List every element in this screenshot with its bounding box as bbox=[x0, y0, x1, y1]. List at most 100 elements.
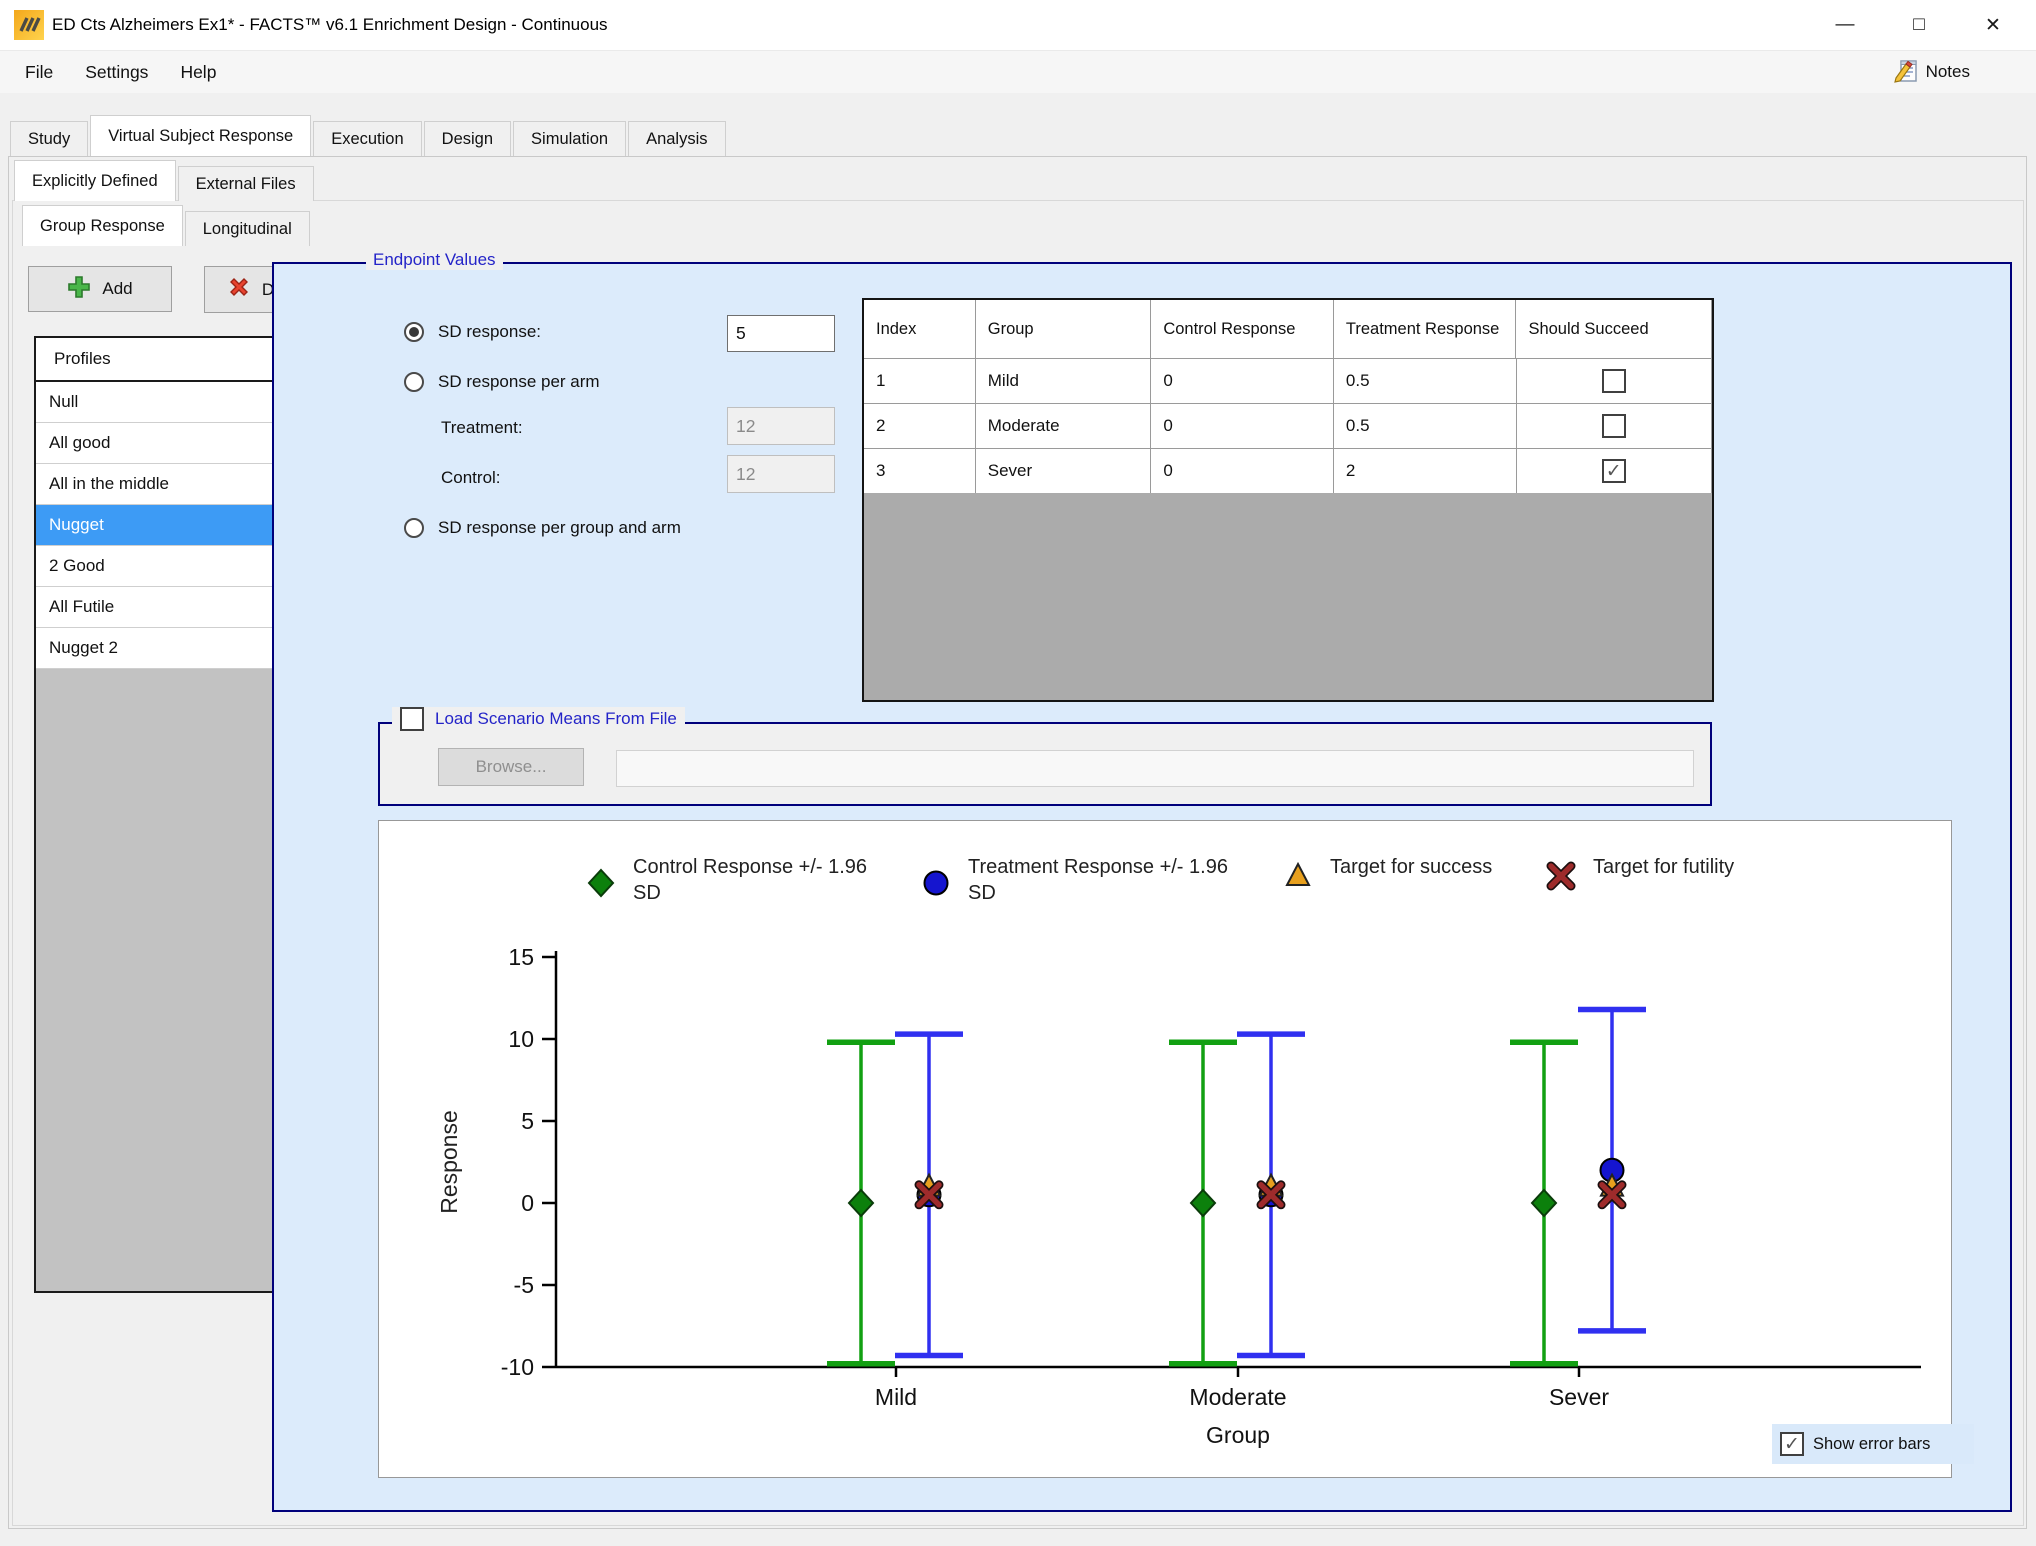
radio-sd-response[interactable]: SD response: bbox=[404, 322, 541, 342]
svg-text:-5: -5 bbox=[514, 1272, 534, 1298]
legend-label-target-for-futility: Target for futility bbox=[1593, 856, 1734, 878]
control-marker-moderate bbox=[1191, 1190, 1215, 1216]
close-button[interactable]: ✕ bbox=[1956, 0, 2030, 50]
treatment-input[interactable] bbox=[727, 407, 835, 445]
tab-study[interactable]: Study bbox=[10, 121, 88, 156]
cell-group: Sever bbox=[976, 449, 1152, 493]
tab-analysis[interactable]: Analysis bbox=[628, 121, 725, 156]
radio-sd-per-group-and-arm-control[interactable] bbox=[404, 518, 424, 538]
cell-should-succeed: ✓ bbox=[1517, 449, 1713, 493]
svg-text:10: 10 bbox=[508, 1026, 534, 1052]
scenario-table: IndexGroupControl ResponseTreatment Resp… bbox=[862, 298, 1714, 702]
menu-help[interactable]: Help bbox=[164, 62, 232, 83]
column-header-group: Group bbox=[976, 300, 1152, 358]
svg-text:Mild: Mild bbox=[875, 1384, 917, 1410]
tab-design[interactable]: Design bbox=[424, 121, 511, 156]
browse-button[interactable]: Browse... bbox=[438, 748, 584, 786]
control-marker-mild bbox=[849, 1190, 873, 1216]
should-succeed-checkbox[interactable] bbox=[1602, 414, 1626, 438]
svg-text:Group: Group bbox=[1206, 1422, 1270, 1448]
window-title: ED Cts Alzheimers Ex1* - FACTS™ v6.1 Enr… bbox=[52, 0, 608, 50]
radio-sd-per-group-and-arm[interactable]: SD response per group and arm bbox=[404, 518, 681, 538]
control-field-wrap bbox=[727, 455, 835, 493]
response-chart-panel: 151050-5-10MildModerateSeverGroupRespons… bbox=[378, 820, 1952, 1478]
svg-text:-10: -10 bbox=[501, 1354, 534, 1380]
notes-label: Notes bbox=[1926, 62, 1970, 82]
tab-external-files[interactable]: External Files bbox=[178, 166, 314, 201]
radio-sd-per-arm-control[interactable] bbox=[404, 372, 424, 392]
control-input[interactable] bbox=[727, 455, 835, 493]
column-header-treatment-response: Treatment Response bbox=[1334, 300, 1517, 358]
menu-file[interactable]: File bbox=[9, 62, 69, 83]
cell-index: 1 bbox=[864, 359, 976, 403]
radio-sd-per-arm[interactable]: SD response per arm bbox=[404, 372, 600, 392]
column-header-should-succeed: Should Succeed bbox=[1516, 300, 1712, 358]
legend-marker-control-response-1-96-sd bbox=[589, 870, 613, 896]
tab-simulation[interactable]: Simulation bbox=[513, 121, 626, 156]
table-row-2[interactable]: 2Moderate00.5 bbox=[864, 403, 1712, 448]
app-icon bbox=[14, 10, 44, 40]
radio-sd-per-arm-label: SD response per arm bbox=[438, 372, 600, 392]
treatment-field-wrap bbox=[727, 407, 835, 445]
cell-treatment-response: 2 bbox=[1334, 449, 1517, 493]
sd-response-input[interactable] bbox=[727, 315, 835, 352]
radio-sd-response-label: SD response: bbox=[438, 322, 541, 342]
treatment-label: Treatment: bbox=[441, 418, 523, 438]
sd-response-field-wrap bbox=[727, 315, 835, 352]
show-error-bars-checkbox[interactable]: ✓ bbox=[1780, 1432, 1804, 1456]
cell-control-response: 0 bbox=[1151, 449, 1334, 493]
delete-icon bbox=[227, 275, 251, 304]
title-bar: ED Cts Alzheimers Ex1* - FACTS™ v6.1 Enr… bbox=[0, 0, 2036, 50]
window-controls: — □ ✕ bbox=[1808, 0, 2030, 50]
add-icon bbox=[67, 275, 91, 304]
svg-text:5: 5 bbox=[521, 1108, 534, 1134]
svg-text:0: 0 bbox=[521, 1190, 534, 1216]
notes-icon bbox=[1893, 57, 1919, 88]
table-row-3[interactable]: 3Sever02 ✓ bbox=[864, 448, 1712, 493]
file-path-input[interactable] bbox=[616, 750, 1694, 787]
column-header-control-response: Control Response bbox=[1151, 300, 1334, 358]
tab-virtual-subject-response[interactable]: Virtual Subject Response bbox=[90, 115, 311, 156]
legend-label-control-response-1-96-sd: SD bbox=[633, 882, 661, 904]
column-header-index: Index bbox=[864, 300, 976, 358]
tab-execution[interactable]: Execution bbox=[313, 121, 421, 156]
main-tabstrip: StudyVirtual Subject ResponseExecutionDe… bbox=[10, 115, 728, 156]
endpoint-values-title: Endpoint Values bbox=[366, 250, 503, 270]
load-scenario-header: Load Scenario Means From File bbox=[392, 707, 685, 731]
defined-tabstrip: Explicitly DefinedExternal Files bbox=[14, 161, 316, 201]
load-scenario-checkbox[interactable] bbox=[400, 707, 424, 731]
tab-explicitly-defined[interactable]: Explicitly Defined bbox=[14, 160, 176, 201]
response-tabstrip: Group ResponseLongitudinal bbox=[22, 206, 312, 246]
cell-index: 3 bbox=[864, 449, 976, 493]
add-button[interactable]: Add bbox=[28, 266, 172, 312]
legend-label-treatment-response-1-96-sd: SD bbox=[968, 882, 996, 904]
file-path-field-wrap bbox=[616, 750, 1694, 787]
svg-text:Response: Response bbox=[436, 1110, 462, 1214]
show-error-bars-row: ✓ Show error bars bbox=[1772, 1424, 1974, 1464]
svg-text:15: 15 bbox=[508, 944, 534, 970]
tab-longitudinal[interactable]: Longitudinal bbox=[185, 211, 310, 246]
load-scenario-title: Load Scenario Means From File bbox=[435, 709, 677, 729]
menu-settings[interactable]: Settings bbox=[69, 62, 164, 83]
cell-group: Mild bbox=[976, 359, 1152, 403]
table-row-1[interactable]: 1Mild00.5 bbox=[864, 358, 1712, 403]
legend-label-target-for-success: Target for success bbox=[1330, 856, 1492, 878]
cell-control-response: 0 bbox=[1151, 404, 1334, 448]
legend-label-treatment-response-1-96-sd: Treatment Response +/- 1.96 bbox=[968, 856, 1228, 878]
minimize-button[interactable]: — bbox=[1808, 0, 1882, 50]
response-chart: 151050-5-10MildModerateSeverGroupRespons… bbox=[379, 821, 1951, 1477]
cell-index: 2 bbox=[864, 404, 976, 448]
tab-group-response[interactable]: Group Response bbox=[22, 205, 183, 246]
notes-button[interactable]: Notes bbox=[1893, 57, 1970, 88]
should-succeed-checkbox[interactable]: ✓ bbox=[1602, 459, 1626, 483]
table-header-row: IndexGroupControl ResponseTreatment Resp… bbox=[864, 300, 1712, 358]
cell-treatment-response: 0.5 bbox=[1334, 359, 1517, 403]
legend-label-control-response-1-96-sd: Control Response +/- 1.96 bbox=[633, 856, 867, 878]
maximize-button[interactable]: □ bbox=[1882, 0, 1956, 50]
legend-marker-treatment-response-1-96-sd bbox=[925, 872, 948, 895]
should-succeed-checkbox[interactable] bbox=[1602, 369, 1626, 393]
radio-sd-response-control[interactable] bbox=[404, 322, 424, 342]
cell-treatment-response: 0.5 bbox=[1334, 404, 1517, 448]
cell-should-succeed bbox=[1517, 359, 1713, 403]
cell-control-response: 0 bbox=[1151, 359, 1334, 403]
